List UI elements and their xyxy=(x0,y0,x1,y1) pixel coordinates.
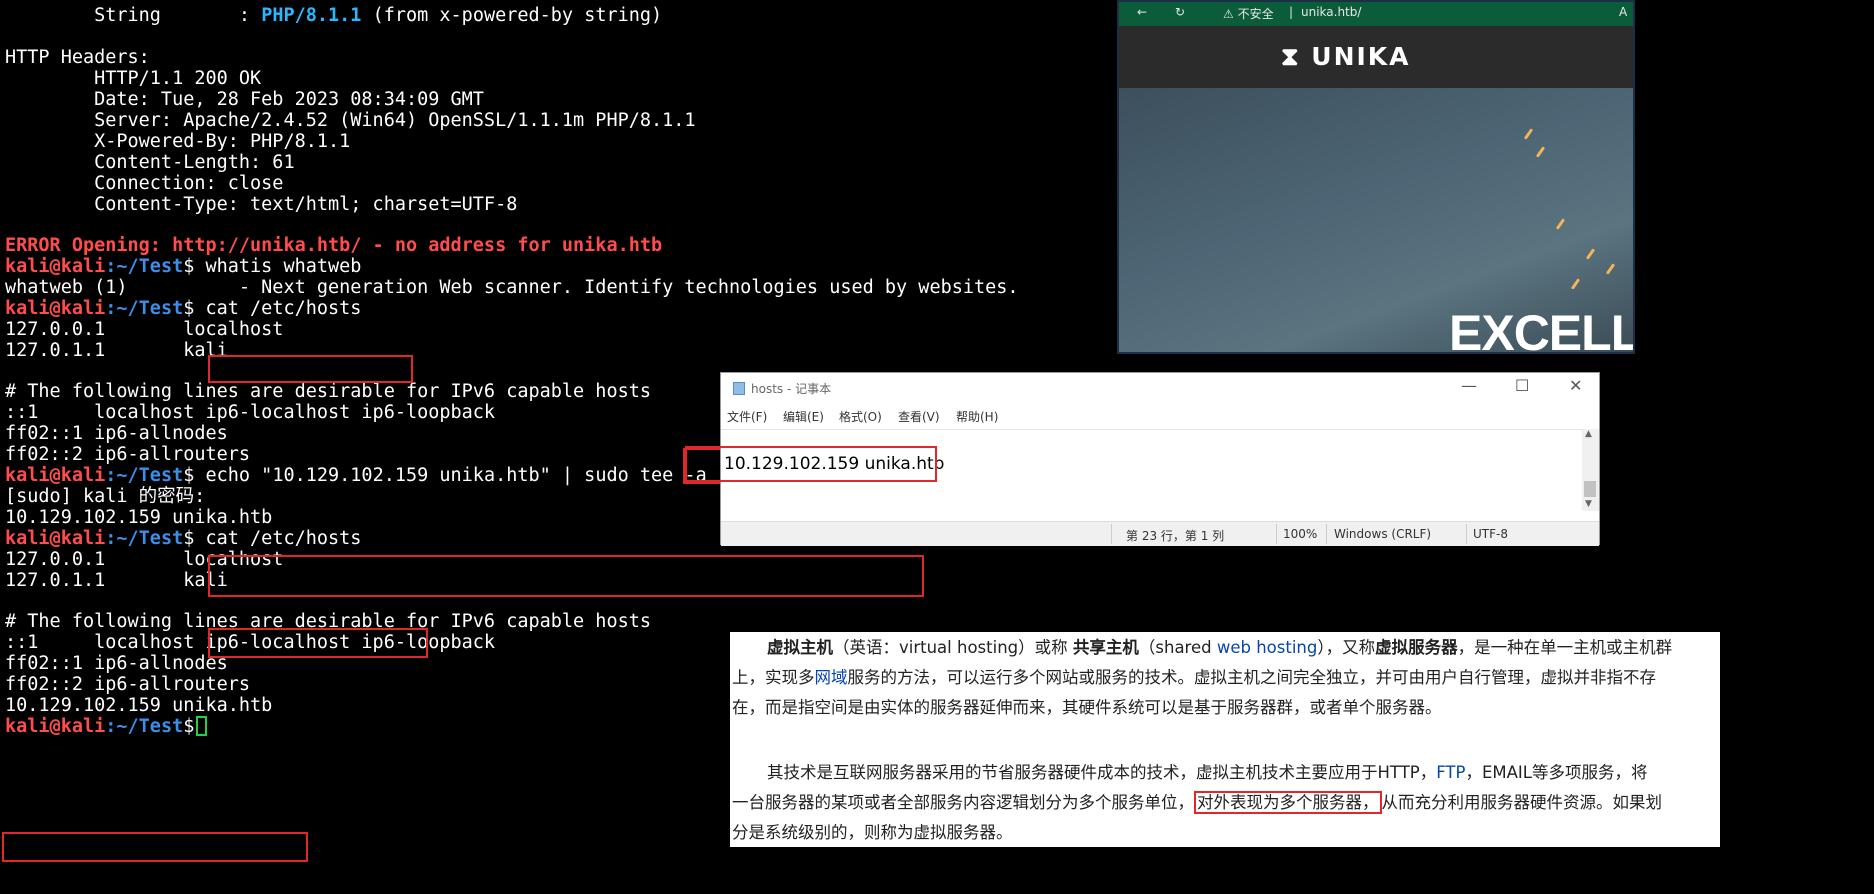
divider xyxy=(1276,524,1277,544)
scroll-up-icon[interactable]: ▲ xyxy=(1585,429,1592,439)
menu-help[interactable]: 帮助(H) xyxy=(956,408,998,425)
maximize-button[interactable]: ☐ xyxy=(1515,376,1529,395)
spark-decoration xyxy=(1585,248,1596,260)
terminal-line: Content-Type: text/html; charset=UTF-8 xyxy=(5,194,518,215)
hourglass-icon: ⧗ xyxy=(1281,42,1301,71)
highlight-box xyxy=(2,832,308,862)
reload-icon[interactable]: ↻ xyxy=(1175,5,1185,19)
notepad-window[interactable]: hosts - 记事本 — ☐ ✕ 文件(F) 编辑(E) 格式(O) 查看(V… xyxy=(685,372,1600,546)
minimize-button[interactable]: — xyxy=(1461,376,1477,395)
status-zoom: 100% xyxy=(1283,527,1318,541)
paragraph-line: 其技术是互联网服务器采用的节省服务器硬件成本的技术，虚拟主机技术主要应用于HTT… xyxy=(767,763,1648,782)
separator: | xyxy=(1289,5,1294,19)
paragraph-line: 虚拟主机（英语：virtual hosting）或称 共享主机（shared w… xyxy=(767,638,1673,657)
browser-window[interactable]: ← ↻ ⚠ 不安全 | unika.htb/ A ⧗ UNIKA EXCELLE xyxy=(1117,0,1635,354)
menu-view[interactable]: 查看(V) xyxy=(898,408,940,425)
hero-headline: EXCELLE xyxy=(1449,305,1633,354)
divider xyxy=(1326,524,1327,544)
url-text[interactable]: unika.htb/ xyxy=(1301,5,1361,19)
cursor-icon xyxy=(196,716,208,736)
command-line[interactable]: kali@kali:~/Test$ xyxy=(5,714,208,739)
window-title: hosts - 记事本 xyxy=(751,382,832,396)
menu-file[interactable]: 文件(F) xyxy=(727,408,767,425)
status-encoding: UTF-8 xyxy=(1473,527,1508,541)
menu-edit[interactable]: 编辑(E) xyxy=(783,408,824,425)
reader-icon[interactable]: A xyxy=(1619,5,1627,19)
spark-decoration xyxy=(1535,146,1546,158)
notepad-icon xyxy=(733,382,745,395)
editor-content: 10.129.102.159 unika.htb xyxy=(724,454,945,474)
spark-decoration xyxy=(1570,278,1581,290)
scroll-down-icon[interactable]: ▼ xyxy=(1585,499,1592,509)
paragraph-line: 分是系统级别的，则称为虚拟服务器。 xyxy=(732,823,1013,842)
close-button[interactable]: ✕ xyxy=(1569,376,1582,395)
ftp-link[interactable]: FTP xyxy=(1436,763,1465,782)
spark-decoration xyxy=(1555,218,1566,230)
paragraph-line: 在，而是指空间是由实体的服务器延伸而来，其硬件系统可以是基于服务器群，或者单个服… xyxy=(732,698,1442,717)
terminal-line: 127.0.1.1 kali xyxy=(5,570,228,591)
site-logo[interactable]: ⧗ UNIKA xyxy=(1281,42,1411,72)
terminal-line: String : PHP/8.1.1 (from x-powered-by st… xyxy=(5,5,663,26)
back-icon[interactable]: ← xyxy=(1137,5,1147,19)
status-bar: 第 23 行，第 1 列 100% Windows (CRLF) UTF-8 xyxy=(721,521,1599,546)
scroll-thumb[interactable] xyxy=(1584,481,1596,497)
address-bar[interactable]: ← ↻ ⚠ 不安全 | unika.htb/ A xyxy=(1119,2,1633,26)
web-hosting-link[interactable]: web hosting xyxy=(1217,638,1318,657)
terminal-line: 127.0.1.1 kali xyxy=(5,340,228,361)
status-position: 第 23 行，第 1 列 xyxy=(1126,529,1225,543)
security-warning[interactable]: ⚠ 不安全 xyxy=(1223,5,1274,22)
domain-link[interactable]: 网域 xyxy=(815,668,848,687)
php-version-text: PHP/8.1.1 xyxy=(261,5,362,26)
status-line-ending: Windows (CRLF) xyxy=(1334,527,1432,541)
highlight-box: 对外表现为多个服务器， xyxy=(1194,791,1382,814)
vertical-scrollbar[interactable]: ▲ ▼ xyxy=(1582,429,1599,511)
menu-format[interactable]: 格式(O) xyxy=(839,408,882,425)
highlight-box xyxy=(208,555,924,597)
spark-decoration xyxy=(1605,263,1616,275)
divider xyxy=(1111,524,1112,544)
wiki-excerpt: 虚拟主机（英语：virtual hosting）或称 共享主机（shared w… xyxy=(730,632,1720,847)
paragraph-line: 上，实现多网域服务的方法，可以运行多个网站或服务的技术。虚拟主机之间完全独立，并… xyxy=(732,668,1656,687)
divider xyxy=(1466,524,1467,544)
spark-decoration xyxy=(1523,128,1534,140)
paragraph-line: 一台服务器的某项或者全部服务内容逻辑划分为多个服务单位， 对外表现为多个服务器，从… xyxy=(732,791,1662,814)
